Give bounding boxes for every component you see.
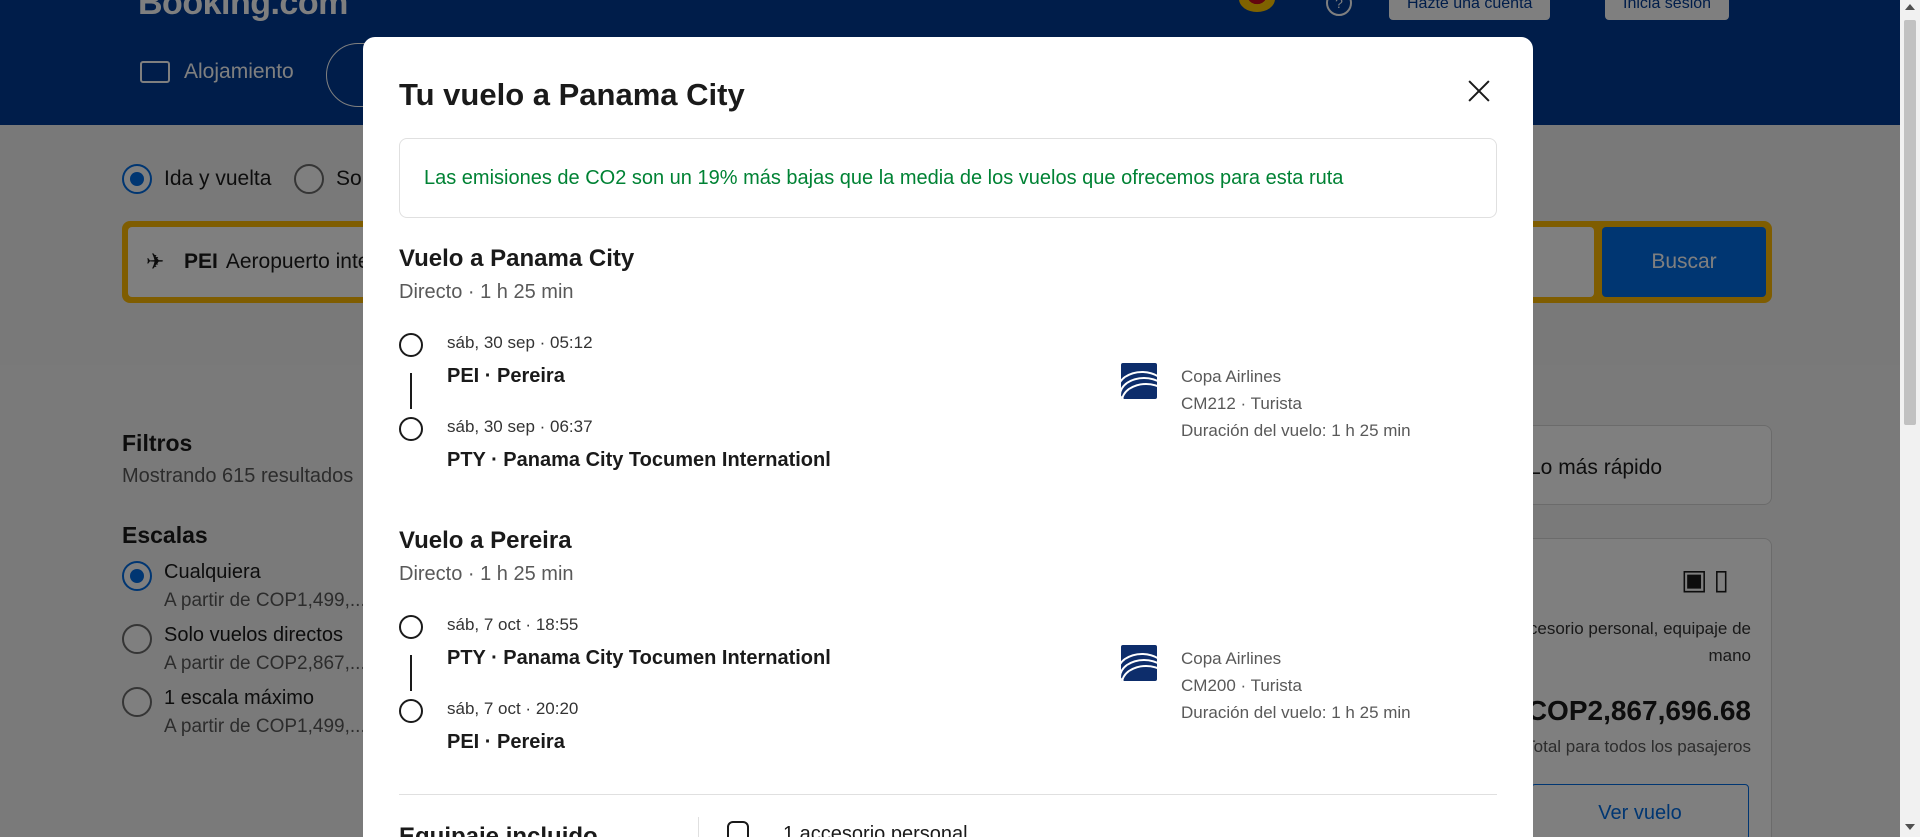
flight-number: CM212 · Turista: [1181, 394, 1302, 413]
scroll-up-arrow-icon[interactable]: [1905, 4, 1915, 10]
route-connector: [410, 373, 412, 409]
leg-summary: Directo · 1 h 25 min: [399, 563, 574, 585]
airline-details: Copa Airlines CM212 · Turista Duración d…: [1181, 363, 1411, 444]
page-scrollbar[interactable]: [1900, 0, 1920, 837]
baggage-section-title: Equipaje incluido: [399, 823, 598, 837]
stop-circle-icon: [399, 615, 423, 639]
stop-time: sáb, 30 sep · 05:12: [447, 333, 593, 352]
close-icon[interactable]: [1463, 77, 1495, 109]
stop-place: PEI · Pereira: [447, 731, 565, 753]
flight-details-modal: Tu vuelo a Panama City Las emisiones de …: [363, 37, 1533, 837]
stop-time: sáb, 7 oct · 20:20: [447, 699, 579, 718]
flight-leg-outbound: Vuelo a Panama City Directo · 1 h 25 min…: [399, 245, 1497, 471]
scroll-down-arrow-icon[interactable]: [1905, 824, 1915, 830]
leg-title: Vuelo a Pereira: [399, 527, 572, 554]
baggage-separator: [698, 817, 699, 837]
airline-details: Copa Airlines CM200 · Turista Duración d…: [1181, 645, 1411, 726]
personal-item-icon: [727, 821, 749, 837]
copa-airlines-logo-icon: [1121, 363, 1157, 399]
flight-duration: Duración del vuelo: 1 h 25 min: [1181, 421, 1411, 440]
stop-place: PTY · Panama City Tocumen Internationl: [447, 647, 831, 669]
stop-circle-icon: [399, 699, 423, 723]
stop-time: sáb, 7 oct · 18:55: [447, 615, 579, 634]
route-connector: [410, 655, 412, 691]
airline-name: Copa Airlines: [1181, 367, 1282, 386]
stop-circle-icon: [399, 333, 423, 357]
emissions-notice: Las emisiones de CO2 son un 19% más baja…: [399, 138, 1497, 218]
scroll-thumb[interactable]: [1904, 20, 1916, 425]
leg-summary: Directo · 1 h 25 min: [399, 281, 574, 303]
baggage-item-label: 1 accesorio personal: [783, 823, 968, 837]
airline-name: Copa Airlines: [1181, 649, 1282, 668]
section-divider: [399, 794, 1497, 795]
stop-circle-icon: [399, 417, 423, 441]
stop-place: PEI · Pereira: [447, 365, 565, 387]
copa-airlines-logo-icon: [1121, 645, 1157, 681]
flight-leg-return: Vuelo a Pereira Directo · 1 h 25 min sáb…: [399, 527, 1497, 753]
stop-time: sáb, 30 sep · 06:37: [447, 417, 593, 436]
modal-title: Tu vuelo a Panama City: [399, 77, 745, 112]
leg-title: Vuelo a Panama City: [399, 245, 635, 272]
stop-place: PTY · Panama City Tocumen Internationl: [447, 449, 831, 471]
flight-number: CM200 · Turista: [1181, 676, 1302, 695]
flight-duration: Duración del vuelo: 1 h 25 min: [1181, 703, 1411, 722]
